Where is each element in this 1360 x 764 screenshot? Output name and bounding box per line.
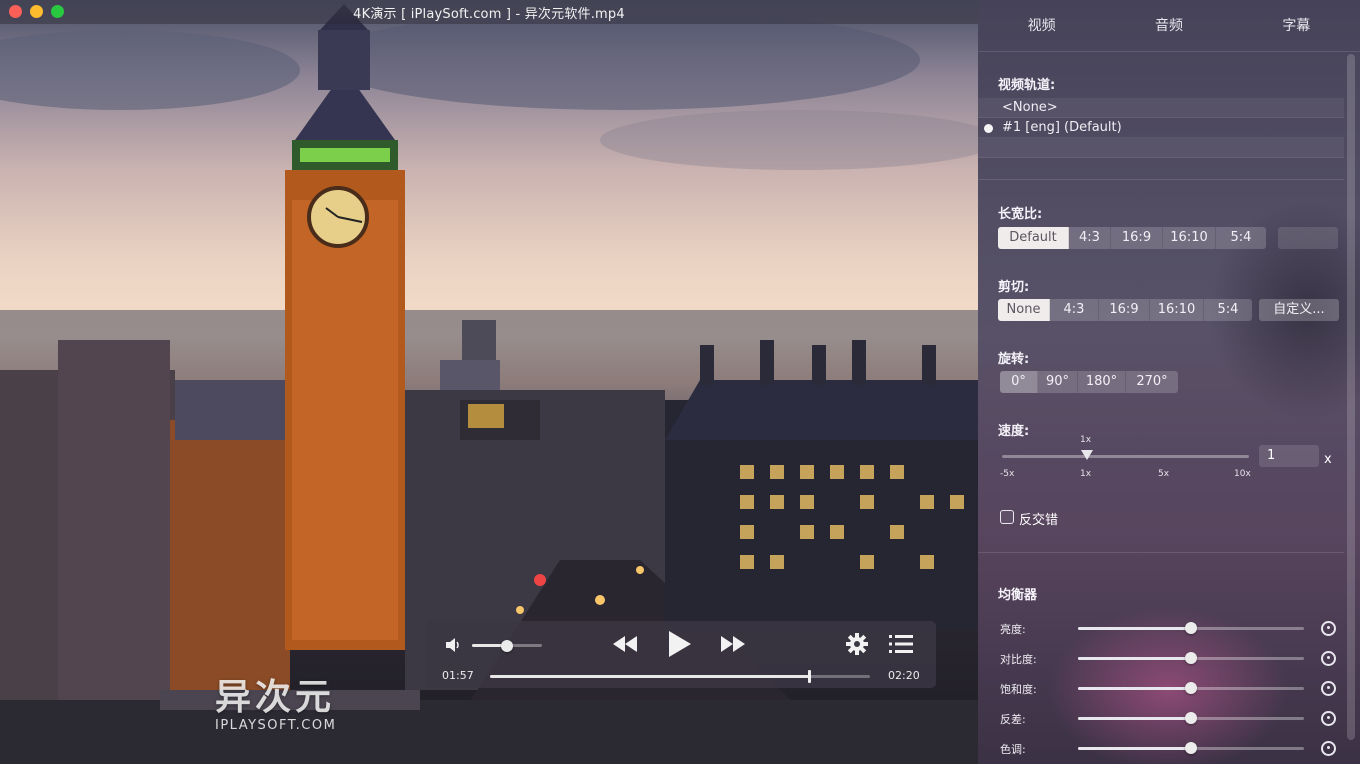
panel-scrollbar[interactable] (1347, 54, 1355, 740)
contrast-slider-thumb[interactable] (1185, 652, 1197, 664)
rewind-icon[interactable] (612, 634, 638, 654)
contrast-label: 对比度: (1000, 653, 1037, 666)
aspect-ratio-segmented-control: Default 4:3 16:9 16:10 5:4 (998, 227, 1266, 249)
track-row-1[interactable]: #1 [eng] (Default) (978, 118, 1344, 138)
contrast-reset-icon[interactable] (1321, 651, 1336, 666)
aspect-ratio-label: 长宽比: (998, 207, 1043, 222)
selected-dot-icon (984, 124, 993, 133)
seek-bar[interactable] (490, 670, 870, 683)
rotation-label: 旋转: (998, 352, 1030, 367)
video-track-label: 视频轨道: (998, 78, 1056, 93)
track-row-none[interactable]: <None> (978, 98, 1344, 118)
watermark-en: IPLAYSOFT.COM (215, 718, 337, 733)
window-title: 4K演示 [ iPlaySoft.com ] - 异次元软件.mp4 (353, 6, 625, 22)
equalizer-label: 均衡器 (998, 588, 1038, 603)
crop-option-16-9[interactable]: 16:9 (1099, 299, 1150, 321)
divider (978, 552, 1344, 553)
rotation-option-0[interactable]: 0° (1000, 371, 1038, 393)
watermark-cn: 异次元 (215, 677, 336, 718)
speed-slider-thumb[interactable] (1081, 450, 1093, 460)
tab-audio[interactable]: 音频 (1105, 0, 1232, 51)
speed-slider[interactable] (1002, 455, 1249, 458)
seek-handle[interactable] (808, 670, 812, 683)
close-window-button[interactable] (9, 5, 22, 18)
crop-option-4-3[interactable]: 4:3 (1050, 299, 1099, 321)
saturation-reset-icon[interactable] (1321, 681, 1336, 696)
hue-slider-thumb[interactable] (1185, 742, 1197, 754)
aspect-option-default[interactable]: Default (998, 227, 1069, 249)
hue-label: 色调: (1000, 743, 1026, 756)
tab-subtitles[interactable]: 字幕 (1233, 0, 1360, 51)
rotation-option-90[interactable]: 90° (1038, 371, 1078, 393)
fullscreen-window-button[interactable] (51, 5, 64, 18)
title-bar[interactable]: 4K演示 [ iPlaySoft.com ] - 异次元软件.mp4 (0, 0, 978, 24)
settings-gear-icon[interactable] (846, 633, 868, 655)
watermark: 异次元 IPLAYSOFT.COM (215, 668, 365, 733)
aspect-option-16-10[interactable]: 16:10 (1163, 227, 1216, 249)
fast-forward-icon[interactable] (720, 634, 746, 654)
rotation-segmented-control: 0° 90° 180° 270° (1000, 371, 1178, 393)
total-time: 02:20 (888, 669, 920, 682)
divider (978, 179, 1344, 180)
speed-label: 速度: (998, 424, 1030, 439)
aspect-option-16-9[interactable]: 16:9 (1111, 227, 1163, 249)
track-row-empty (978, 138, 1344, 158)
aspect-option-5-4[interactable]: 5:4 (1216, 227, 1266, 249)
aspect-option-4-3[interactable]: 4:3 (1069, 227, 1111, 249)
speed-current-marker: 1x (1080, 435, 1092, 445)
speed-tick: 5x (1158, 469, 1170, 479)
gamma-reset-icon[interactable] (1321, 711, 1336, 726)
crop-label: 剪切: (998, 280, 1030, 295)
aspect-custom-field[interactable] (1278, 227, 1338, 249)
crop-option-none[interactable]: None (998, 299, 1050, 321)
speed-value-field[interactable]: 1 (1259, 445, 1319, 467)
playback-controls: 01:57 02:20 (426, 621, 936, 688)
crop-custom-button[interactable]: 自定义... (1259, 299, 1339, 321)
gamma-slider-thumb[interactable] (1185, 712, 1197, 724)
tab-video[interactable]: 视频 (978, 0, 1105, 51)
saturation-slider-thumb[interactable] (1185, 682, 1197, 694)
video-track-list: <None> #1 [eng] (Default) (978, 98, 1344, 158)
crop-segmented-control: None 4:3 16:9 16:10 5:4 (998, 299, 1252, 321)
rotation-option-270[interactable]: 270° (1126, 371, 1178, 393)
speed-unit: x (1324, 452, 1332, 467)
brightness-reset-icon[interactable] (1321, 621, 1336, 636)
volume-icon[interactable] (444, 637, 462, 653)
deinterlace-label: 反交错 (1019, 513, 1059, 528)
play-icon[interactable] (667, 630, 693, 658)
gamma-label: 反差: (1000, 713, 1026, 726)
track-row-label: <None> (1002, 100, 1058, 115)
minimize-window-button[interactable] (30, 5, 43, 18)
speed-tick: -5x (1000, 469, 1015, 479)
volume-slider-thumb[interactable] (501, 640, 513, 652)
elapsed-time: 01:57 (442, 669, 474, 682)
deinterlace-checkbox[interactable] (1000, 510, 1014, 524)
quick-settings-panel: 视频 音频 字幕 视频轨道: <None> #1 [eng] (Default)… (978, 0, 1360, 764)
saturation-label: 饱和度: (1000, 683, 1037, 696)
panel-tabs: 视频 音频 字幕 (978, 0, 1360, 52)
window-controls (9, 5, 64, 18)
hue-reset-icon[interactable] (1321, 741, 1336, 756)
track-row-label: #1 [eng] (Default) (1002, 120, 1122, 135)
crop-option-5-4[interactable]: 5:4 (1204, 299, 1252, 321)
rotation-option-180[interactable]: 180° (1078, 371, 1126, 393)
brightness-label: 亮度: (1000, 623, 1026, 636)
crop-option-16-10[interactable]: 16:10 (1150, 299, 1204, 321)
speed-tick: 10x (1234, 469, 1251, 479)
brightness-slider-thumb[interactable] (1185, 622, 1197, 634)
speed-tick: 1x (1080, 469, 1092, 479)
playlist-icon[interactable] (889, 634, 913, 654)
